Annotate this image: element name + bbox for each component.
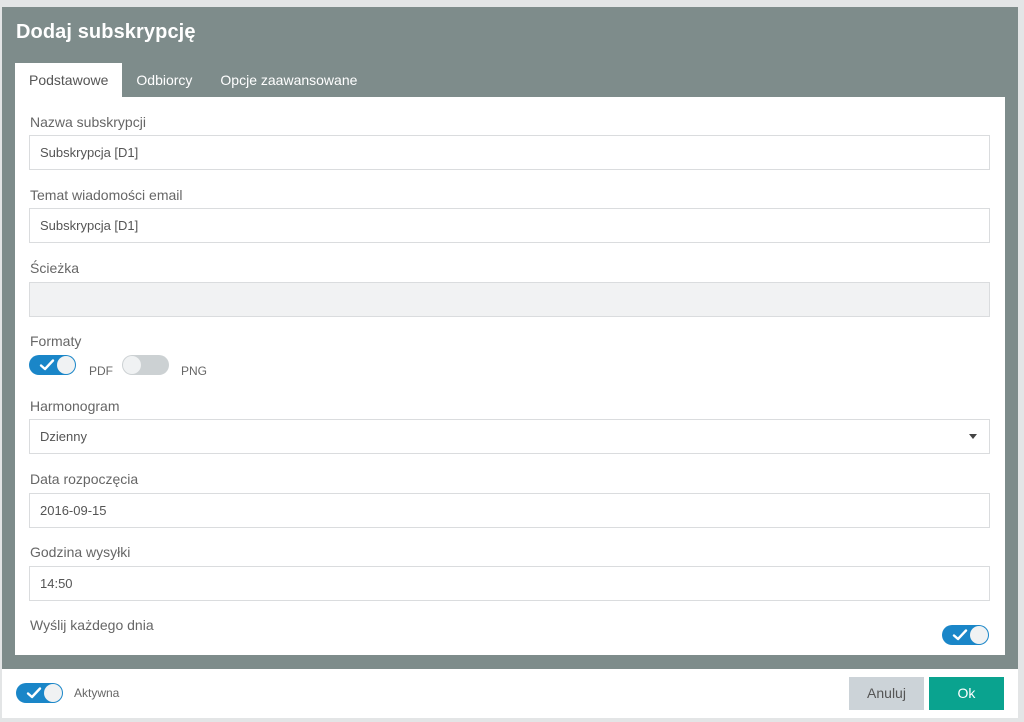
formats-label: Formaty xyxy=(30,333,82,349)
tab-advanced-options[interactable]: Opcje zaawansowane xyxy=(206,63,371,97)
path-input xyxy=(29,282,990,317)
start-date-input[interactable]: 2016-09-15 xyxy=(29,493,990,528)
every-day-label: Wyślij każdego dnia xyxy=(30,617,154,633)
cancel-button[interactable]: Anuluj xyxy=(849,677,924,710)
pdf-format-label: PDF xyxy=(89,364,113,378)
toggle-knob xyxy=(57,356,75,374)
caret-down-icon xyxy=(969,434,977,439)
check-icon xyxy=(26,687,42,699)
basic-tab-panel: Nazwa subskrypcji Subskrypcja [D1] Temat… xyxy=(15,97,1005,655)
subscription-name-input[interactable]: Subskrypcja [D1] xyxy=(29,135,990,170)
tab-basic[interactable]: Podstawowe xyxy=(15,63,123,97)
pdf-format-toggle[interactable] xyxy=(29,355,76,375)
every-day-toggle[interactable] xyxy=(942,625,989,645)
dialog-title: Dodaj subskrypcję xyxy=(16,21,196,43)
start-date-label: Data rozpoczęcia xyxy=(30,471,139,487)
active-toggle[interactable] xyxy=(16,683,63,703)
dialog-footer: Aktywna Anuluj Ok xyxy=(2,669,1018,718)
tab-recipients[interactable]: Odbiorcy xyxy=(122,63,206,97)
send-time-input[interactable]: 14:50 xyxy=(29,566,990,601)
check-icon xyxy=(39,359,55,371)
subscription-name-label: Nazwa subskrypcji xyxy=(30,114,146,130)
png-format-toggle[interactable] xyxy=(122,355,169,375)
toggle-knob xyxy=(44,684,62,702)
tab-bar: Podstawowe Odbiorcy Opcje zaawansowane xyxy=(15,63,371,97)
path-label: Ścieżka xyxy=(30,260,80,276)
check-icon xyxy=(952,629,968,641)
email-subject-input[interactable]: Subskrypcja [D1] xyxy=(29,208,990,243)
add-subscription-dialog: Dodaj subskrypcję Podstawowe Odbiorcy Op… xyxy=(2,7,1018,718)
schedule-select[interactable]: Dzienny xyxy=(29,419,990,454)
active-label: Aktywna xyxy=(74,686,120,700)
schedule-label: Harmonogram xyxy=(30,398,120,414)
png-format-label: PNG xyxy=(181,364,208,378)
schedule-selected-value: Dzienny xyxy=(40,429,87,444)
toggle-knob xyxy=(970,626,988,644)
toggle-knob xyxy=(123,356,141,374)
email-subject-label: Temat wiadomości email xyxy=(30,187,183,203)
send-time-label: Godzina wysyłki xyxy=(30,544,131,560)
ok-button[interactable]: Ok xyxy=(929,677,1004,710)
